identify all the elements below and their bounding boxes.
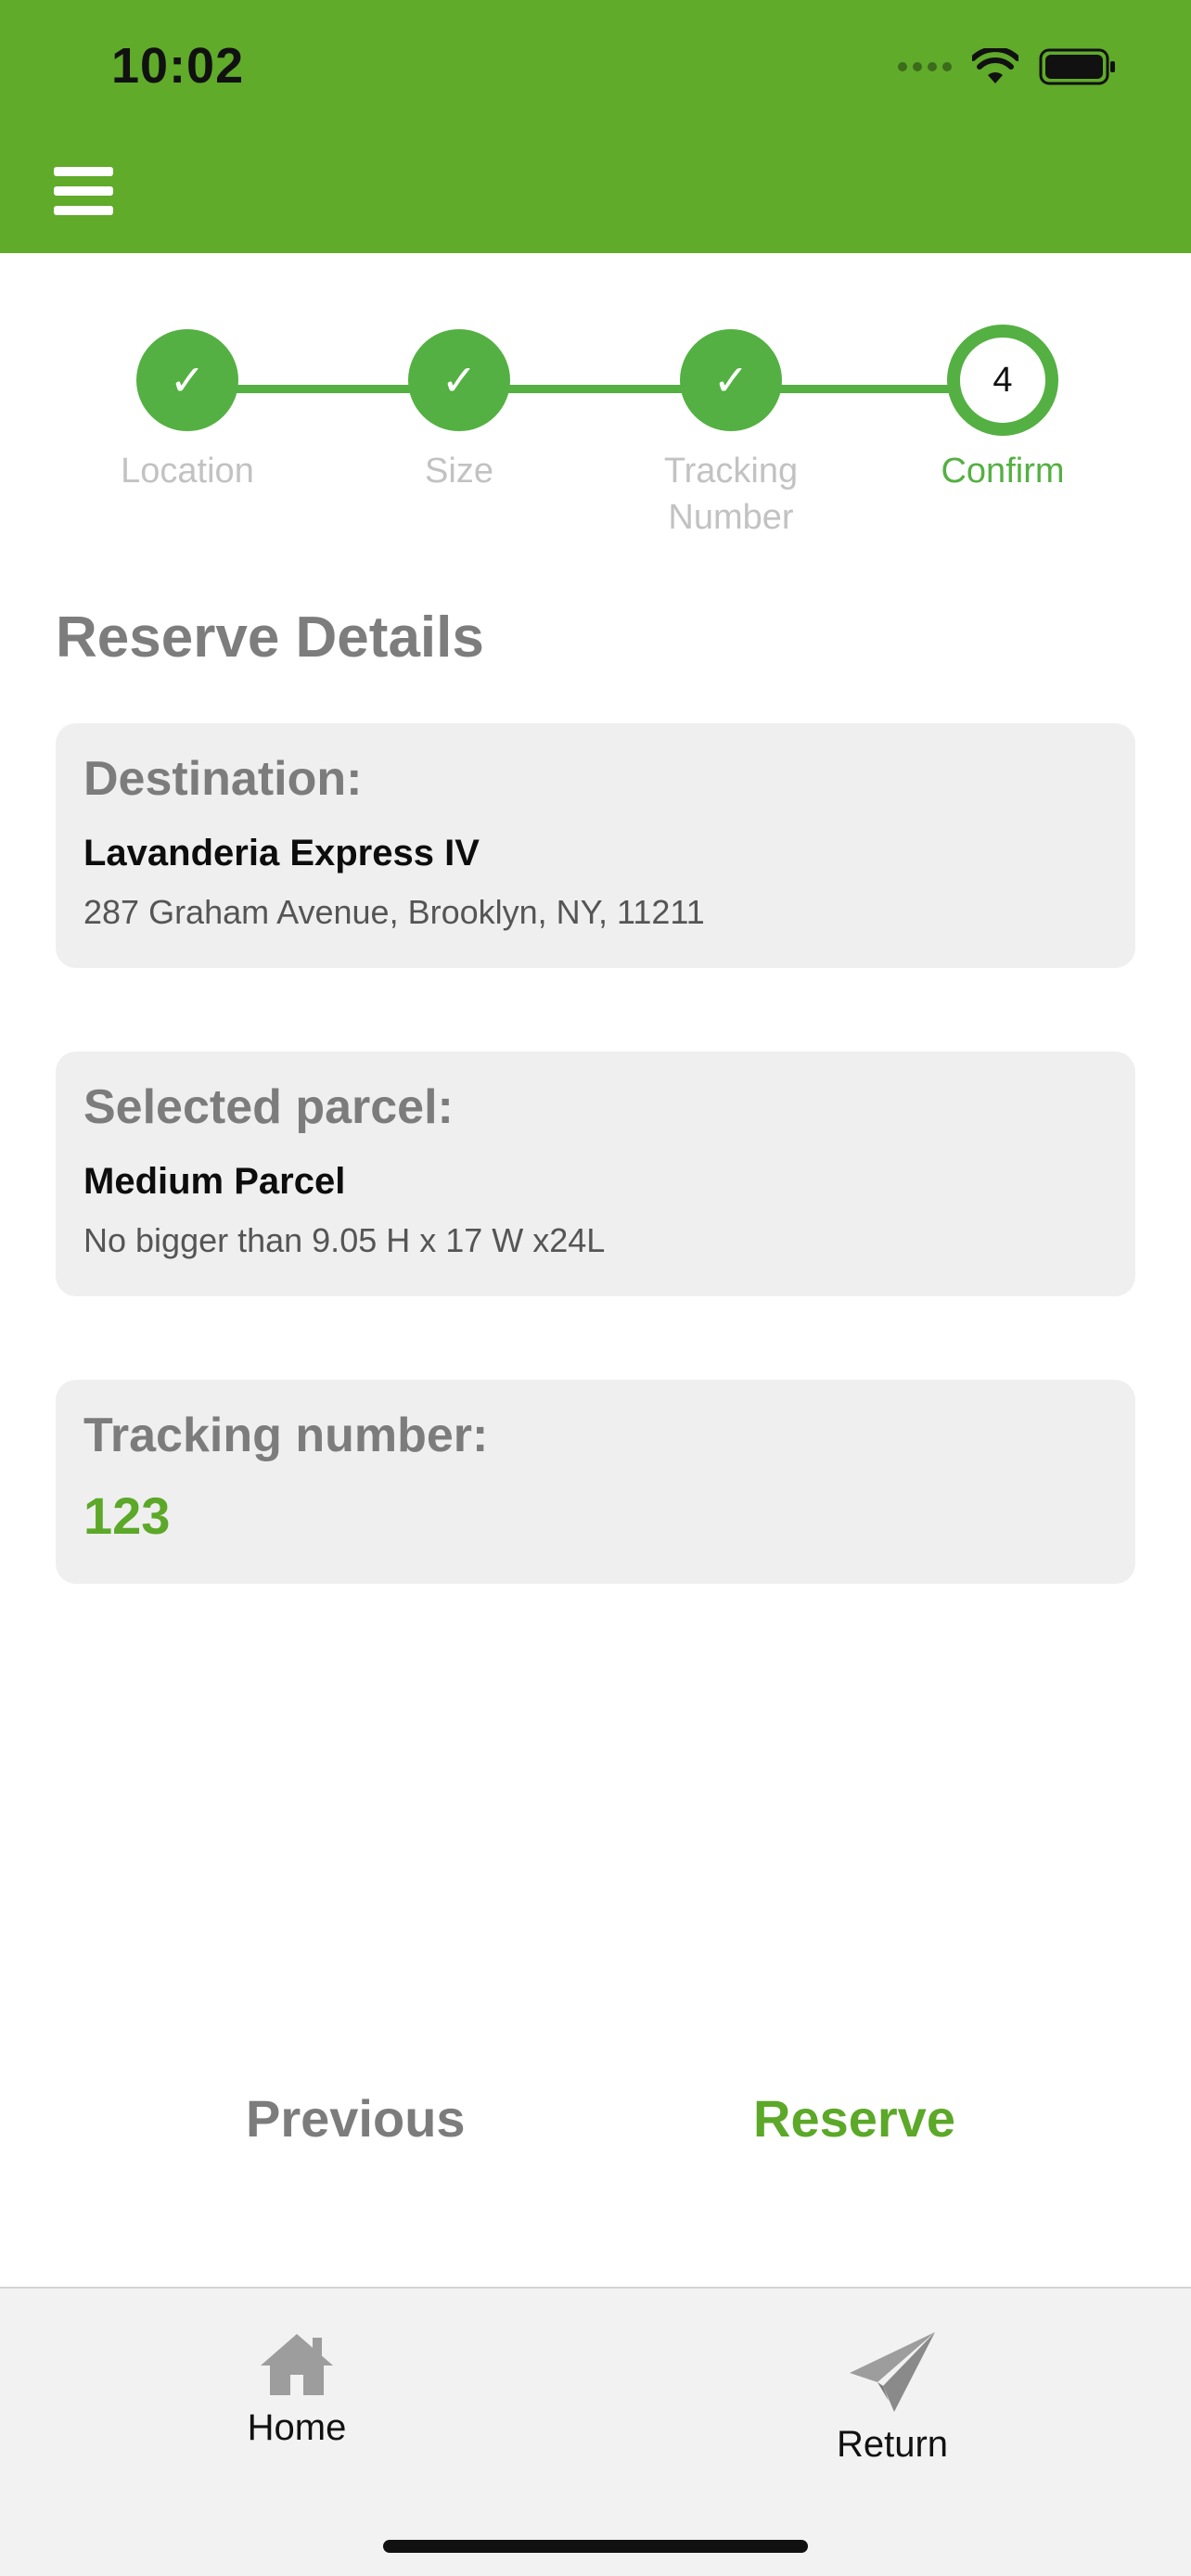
status-icons bbox=[898, 41, 1117, 93]
destination-name: Lavanderia Express IV bbox=[83, 833, 480, 874]
battery-icon bbox=[1039, 48, 1115, 85]
check-icon: ✓ bbox=[680, 329, 782, 431]
step-label: Confirm bbox=[941, 452, 1065, 491]
parcel-label: Selected parcel: bbox=[83, 1080, 454, 1134]
parcel-card: Selected parcel: Medium Parcel No bigger… bbox=[56, 1052, 1135, 1296]
cellular-signal-icon bbox=[898, 62, 952, 71]
parcel-size: No bigger than 9.05 H x 17 W x24L bbox=[83, 1221, 606, 1259]
stepper-connector bbox=[187, 385, 1000, 393]
tracking-card: Tracking number: 123 bbox=[56, 1380, 1135, 1584]
destination-label: Destination: bbox=[83, 752, 363, 806]
hamburger-menu-icon[interactable] bbox=[54, 167, 113, 217]
progress-stepper: ✓ Location ✓ Size ✓ Tracking Number 4 Co… bbox=[0, 325, 1191, 552]
check-icon: ✓ bbox=[408, 329, 510, 431]
screen: 10:02 ✓ Location ✓ Size ✓ Tracking Numbe… bbox=[0, 0, 1191, 2576]
tab-label: Home bbox=[247, 2407, 347, 2448]
tab-bar: Home Return bbox=[0, 2287, 1191, 2576]
parcel-name: Medium Parcel bbox=[83, 1161, 346, 1202]
step-confirm: 4 Confirm bbox=[896, 325, 1109, 494]
page-title: Reserve Details bbox=[56, 606, 484, 670]
step-label: Size bbox=[425, 452, 493, 491]
destination-address: 287 Graham Avenue, Brooklyn, NY, 11211 bbox=[83, 893, 705, 931]
wifi-icon bbox=[972, 48, 1018, 83]
step-size: ✓ Size bbox=[352, 329, 566, 494]
step-label: Tracking Number bbox=[663, 452, 799, 537]
tab-return[interactable]: Return bbox=[781, 2330, 1004, 2466]
app-header: 10:02 bbox=[0, 0, 1191, 253]
paper-plane-icon bbox=[850, 2332, 935, 2412]
tracking-number-value: 123 bbox=[83, 1486, 171, 1545]
home-indicator[interactable] bbox=[383, 2540, 808, 2553]
status-time: 10:02 bbox=[111, 38, 245, 94]
step-label: Location bbox=[121, 452, 254, 491]
reserve-button[interactable]: Reserve bbox=[753, 2088, 955, 2149]
tab-label: Return bbox=[836, 2424, 949, 2465]
home-icon bbox=[261, 2334, 333, 2395]
previous-button[interactable]: Previous bbox=[246, 2088, 466, 2149]
step-location: ✓ Location bbox=[81, 329, 294, 494]
tracking-label: Tracking number: bbox=[83, 1409, 489, 1462]
step-number: 4 bbox=[947, 325, 1058, 436]
step-tracking-number: ✓ Tracking Number bbox=[624, 329, 838, 541]
tab-home[interactable]: Home bbox=[186, 2330, 408, 2449]
check-icon: ✓ bbox=[136, 329, 238, 431]
destination-card: Destination: Lavanderia Express IV 287 G… bbox=[56, 723, 1135, 968]
